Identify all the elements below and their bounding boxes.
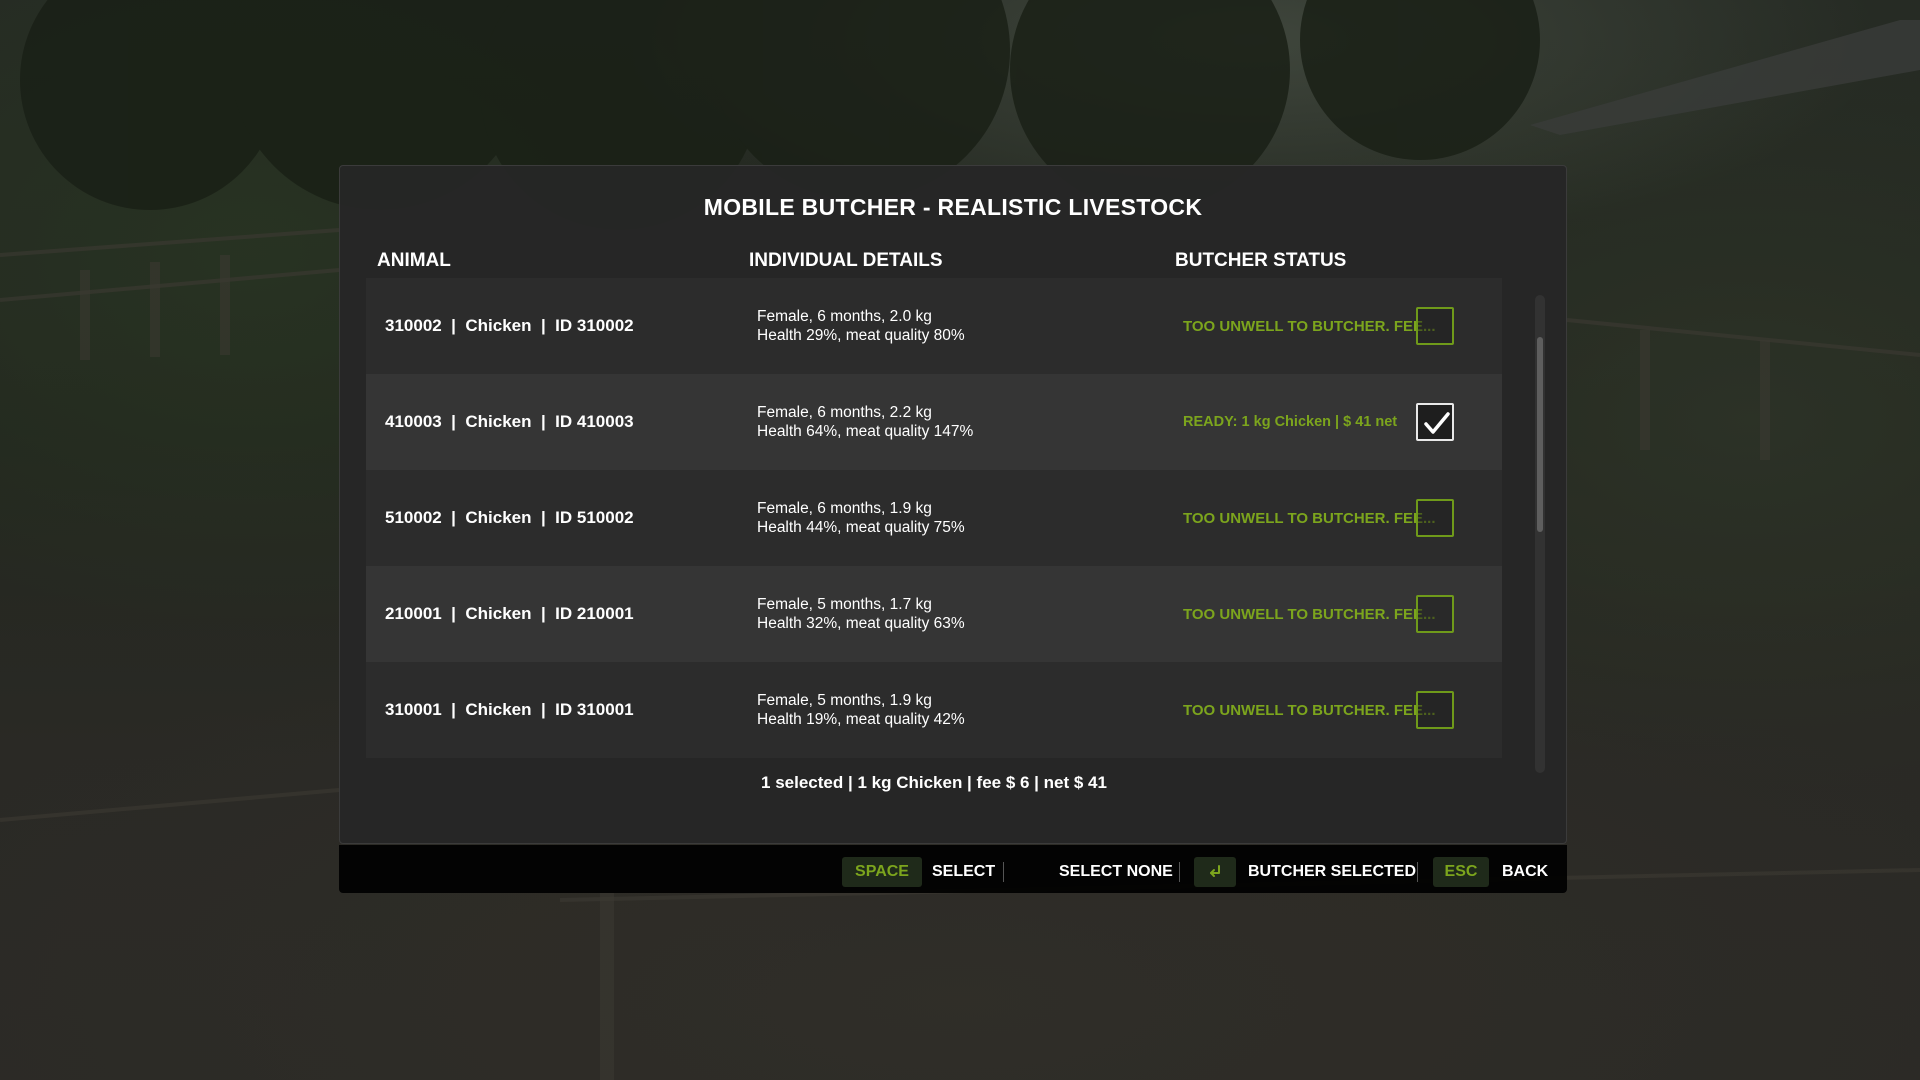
details-line: Female, 6 months, 2.2 kg bbox=[757, 404, 932, 421]
select-checkbox[interactable] bbox=[1416, 499, 1454, 537]
animal-row[interactable]: 510002 | Chicken | ID 510002 Female, 6 m… bbox=[366, 470, 1502, 566]
selection-summary: 1 selected | 1 kg Chicken | fee $ 6 | ne… bbox=[761, 773, 1107, 792]
dialog-title: MOBILE BUTCHER - REALISTIC LIVESTOCK bbox=[703, 194, 1203, 220]
enter-icon bbox=[1210, 865, 1220, 877]
butcher-status: TOO UNWELL TO BUTCHER. FEE... bbox=[1183, 605, 1436, 623]
select-checkbox[interactable] bbox=[1416, 307, 1454, 345]
divider bbox=[1003, 862, 1004, 882]
checkmark-icon bbox=[1424, 412, 1450, 434]
animal-list: 310002 | Chicken | ID 310002 Female, 6 m… bbox=[366, 278, 1502, 758]
animal-details: Female, 6 months, 2.2 kg Health 64%, mea… bbox=[757, 403, 973, 441]
list-scrollbar[interactable] bbox=[1535, 295, 1545, 773]
esc-key-badge[interactable]: ESC bbox=[1433, 857, 1489, 887]
details-line: Female, 5 months, 1.9 kg bbox=[757, 692, 932, 709]
butcher-status: TOO UNWELL TO BUTCHER. FEE... bbox=[1183, 509, 1436, 527]
scrollbar-thumb[interactable] bbox=[1537, 337, 1543, 532]
butcher-status: TOO UNWELL TO BUTCHER. FEE... bbox=[1183, 701, 1436, 719]
details-line: Female, 5 months, 1.7 kg bbox=[757, 596, 932, 613]
select-button[interactable]: SELECT bbox=[932, 857, 995, 887]
input-hint-bar: SPACE SELECT SELECT NONE BUTCHER SELECTE… bbox=[339, 845, 1567, 893]
select-checkbox[interactable] bbox=[1416, 691, 1454, 729]
animal-name: 310001 | Chicken | ID 310001 bbox=[385, 700, 634, 719]
select-checkbox[interactable] bbox=[1416, 595, 1454, 633]
details-line: Female, 6 months, 2.0 kg bbox=[757, 308, 932, 325]
enter-key-badge[interactable] bbox=[1194, 857, 1236, 887]
animal-details: Female, 6 months, 1.9 kg Health 44%, mea… bbox=[757, 499, 965, 537]
details-line: Female, 6 months, 1.9 kg bbox=[757, 500, 932, 517]
column-header-details: INDIVIDUAL DETAILS bbox=[749, 250, 943, 271]
butcher-status: READY: 1 kg Chicken | $ 41 net bbox=[1183, 414, 1398, 430]
details-line: Health 32%, meat quality 63% bbox=[757, 615, 965, 632]
animal-name: 410003 | Chicken | ID 410003 bbox=[385, 412, 634, 431]
back-button[interactable]: BACK bbox=[1502, 857, 1548, 887]
details-line: Health 29%, meat quality 80% bbox=[757, 327, 965, 344]
animal-row[interactable]: 310001 | Chicken | ID 310001 Female, 5 m… bbox=[366, 662, 1502, 758]
details-line: Health 64%, meat quality 147% bbox=[757, 423, 974, 440]
butcher-status: TOO UNWELL TO BUTCHER. FEE... bbox=[1183, 317, 1436, 335]
mobile-butcher-dialog: MOBILE BUTCHER - REALISTIC LIVESTOCK ANI… bbox=[339, 165, 1567, 844]
details-line: Health 44%, meat quality 75% bbox=[757, 519, 965, 536]
animal-details: Female, 5 months, 1.9 kg Health 19%, mea… bbox=[757, 691, 965, 729]
space-key-badge[interactable]: SPACE bbox=[842, 857, 922, 887]
column-header-animal: ANIMAL bbox=[377, 250, 451, 271]
divider bbox=[1179, 862, 1180, 882]
animal-details: Female, 6 months, 2.0 kg Health 29%, mea… bbox=[757, 307, 965, 345]
animal-name: 210001 | Chicken | ID 210001 bbox=[385, 604, 634, 623]
animal-details: Female, 5 months, 1.7 kg Health 32%, mea… bbox=[757, 595, 965, 633]
select-checkbox[interactable] bbox=[1416, 403, 1454, 441]
divider bbox=[1417, 862, 1418, 882]
animal-row[interactable]: 310002 | Chicken | ID 310002 Female, 6 m… bbox=[366, 278, 1502, 374]
animal-name: 510002 | Chicken | ID 510002 bbox=[385, 508, 634, 527]
animal-row[interactable]: 410003 | Chicken | ID 410003 Female, 6 m… bbox=[366, 374, 1502, 470]
select-none-button[interactable]: SELECT NONE bbox=[1059, 857, 1173, 887]
animal-row[interactable]: 210001 | Chicken | ID 210001 Female, 5 m… bbox=[366, 566, 1502, 662]
animal-name: 310002 | Chicken | ID 310002 bbox=[385, 316, 634, 335]
column-header-status: BUTCHER STATUS bbox=[1175, 250, 1347, 271]
details-line: Health 19%, meat quality 42% bbox=[757, 711, 965, 728]
butcher-selected-button[interactable]: BUTCHER SELECTED bbox=[1248, 857, 1416, 887]
